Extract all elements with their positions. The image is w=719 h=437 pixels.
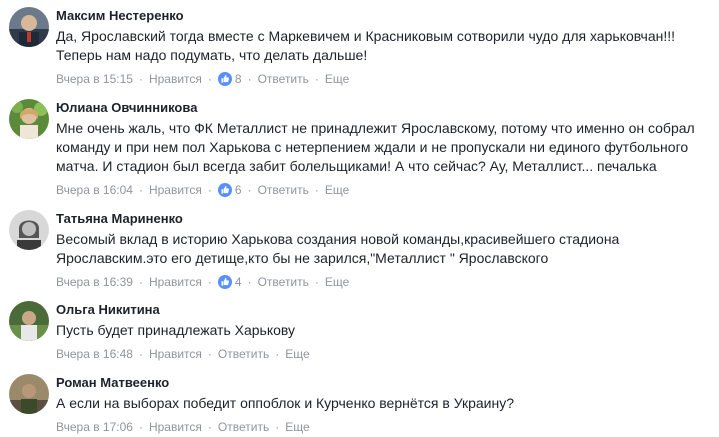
comment-text-line: матча. И стадион был всегда забит болель… (56, 158, 657, 174)
like-button[interactable]: Нравится (149, 419, 202, 435)
separator: · (314, 183, 319, 197)
comment-text-line: Теперь нам надо подумать, что делать дал… (56, 47, 368, 63)
separator: · (207, 183, 212, 197)
comment-author[interactable]: Ольга Никитина (56, 301, 713, 318)
like-count[interactable]: 6 (235, 182, 242, 198)
reply-button[interactable]: Ответить (218, 346, 269, 362)
timestamp-link[interactable]: Вчера в 17:06 (56, 419, 133, 435)
separator: · (138, 72, 143, 86)
separator: · (314, 275, 319, 289)
comment-meta: Вчера в 16:39 · Нравится · 4 · Ответить … (56, 274, 713, 290)
comment-text-line: Пусть будет принадлежать Харькову (56, 322, 296, 338)
comment-text-line: команду и при нем пол Харькова с нетерпе… (56, 139, 689, 155)
separator: · (207, 347, 212, 361)
timestamp-link[interactable]: Вчера в 15:15 (56, 71, 133, 87)
reply-button[interactable]: Ответить (258, 182, 309, 198)
separator: · (247, 275, 252, 289)
separator: · (247, 72, 252, 86)
comment-text: Пусть будет принадлежать Харькову (56, 321, 713, 340)
more-button[interactable]: Еще (325, 274, 349, 290)
separator: · (138, 347, 143, 361)
separator: · (207, 275, 212, 289)
thumbs-up-icon[interactable] (217, 275, 232, 289)
avatar[interactable] (9, 7, 49, 47)
separator: · (275, 347, 280, 361)
comment-text-line: Да, Ярославский тогда вместе с Маркевиче… (56, 28, 676, 44)
comment-meta: Вчера в 17:06 · Нравится · Ответить · Ещ… (56, 419, 713, 435)
separator: · (207, 420, 212, 434)
more-button[interactable]: Еще (325, 182, 349, 198)
timestamp-link[interactable]: Вчера в 16:39 (56, 274, 133, 290)
comment-meta: Вчера в 16:48 · Нравится · Ответить · Ещ… (56, 346, 713, 362)
comment-text-line: Мне очень жаль, что ФК Металлист не прин… (56, 120, 695, 136)
reply-button[interactable]: Ответить (218, 419, 269, 435)
timestamp-link[interactable]: Вчера в 16:48 (56, 346, 133, 362)
comment-text-line: Ярославским.это его детище,кто бы не зар… (56, 250, 549, 266)
more-button[interactable]: Еще (325, 71, 349, 87)
avatar[interactable] (9, 301, 49, 341)
comment-author[interactable]: Максим Нестеренко (56, 7, 713, 24)
separator: · (138, 183, 143, 197)
comment-text-line: А если на выборах победит оппоблок и Кур… (56, 395, 514, 411)
more-button[interactable]: Еще (285, 346, 309, 362)
separator: · (247, 183, 252, 197)
like-button[interactable]: Нравится (149, 346, 202, 362)
comment-author[interactable]: Татьяна Мариненко (56, 210, 713, 227)
timestamp-link[interactable]: Вчера в 16:04 (56, 182, 133, 198)
separator: · (138, 420, 143, 434)
separator: · (314, 72, 319, 86)
comment-text: Весомый вклад в историю Харькова создани… (56, 230, 713, 268)
comment-text: Мне очень жаль, что ФК Металлист не прин… (56, 119, 713, 176)
like-count[interactable]: 8 (235, 71, 242, 87)
avatar[interactable] (9, 99, 49, 139)
thumbs-up-icon[interactable] (217, 183, 232, 197)
like-count[interactable]: 4 (235, 274, 242, 290)
like-button[interactable]: Нравится (149, 182, 202, 198)
avatar[interactable] (9, 374, 49, 414)
thumbs-up-icon[interactable] (217, 72, 232, 86)
comment-author[interactable]: Роман Матвеенко (56, 374, 713, 391)
like-button[interactable]: Нравится (149, 71, 202, 87)
more-button[interactable]: Еще (285, 419, 309, 435)
comment-meta: Вчера в 15:15 · Нравится · 8 · Ответить … (56, 71, 713, 87)
comment-meta: Вчера в 16:04 · Нравится · 6 · Ответить … (56, 182, 713, 198)
reply-button[interactable]: Ответить (258, 71, 309, 87)
comment-text: Да, Ярославский тогда вместе с Маркевиче… (56, 27, 713, 65)
comment-text-line: Весомый вклад в историю Харькова создани… (56, 231, 620, 247)
separator: · (275, 420, 280, 434)
comment-text: А если на выборах победит оппоблок и Кур… (56, 394, 713, 413)
reply-button[interactable]: Ответить (258, 274, 309, 290)
comment-author[interactable]: Юлиана Овчинникова (56, 99, 713, 116)
comments-list: Максим Нестеренко Да, Ярославский тогда … (0, 0, 719, 437)
like-button[interactable]: Нравится (149, 274, 202, 290)
avatar[interactable] (9, 210, 49, 250)
separator: · (207, 72, 212, 86)
separator: · (138, 275, 143, 289)
